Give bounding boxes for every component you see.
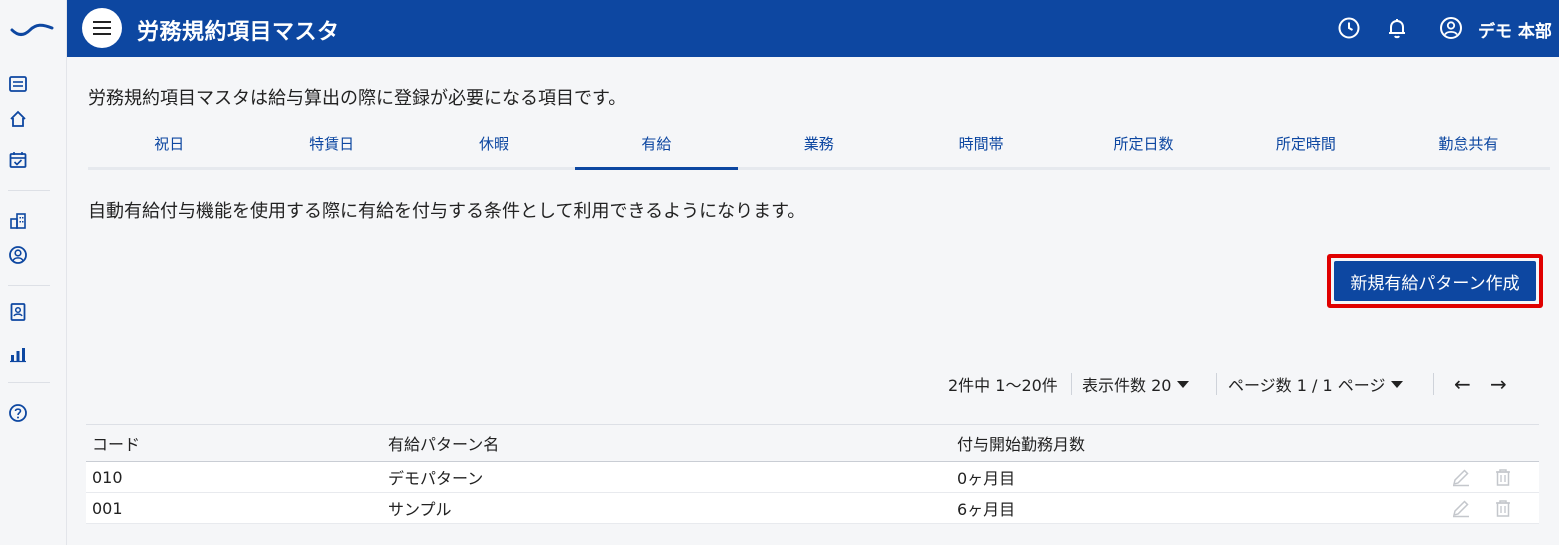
- table-header: コード 有給パターン名 付与開始勤務月数: [86, 424, 1539, 462]
- bar-chart-icon[interactable]: [8, 344, 28, 364]
- menu-button[interactable]: [82, 8, 122, 48]
- pager-divider: [1216, 373, 1217, 395]
- page-title: 労務規約項目マスタ: [137, 20, 340, 45]
- create-paid-leave-pattern-button[interactable]: 新規有給パターン作成: [1334, 261, 1536, 301]
- top-header: 労務規約項目マスタ デモ 本部: [67, 0, 1559, 57]
- pager-divider: [1433, 373, 1434, 395]
- per-page-select[interactable]: 表示件数 20: [1082, 372, 1190, 396]
- list-icon[interactable]: [8, 74, 28, 94]
- caret-down-icon: [1391, 380, 1404, 388]
- tab-scheduled-hours[interactable]: 所定時間: [1225, 128, 1387, 167]
- per-page-label: 表示件数 20: [1082, 376, 1172, 395]
- column-header-code: コード: [92, 435, 141, 454]
- result-count: 2件中 1〜20件: [948, 376, 1058, 395]
- building-icon[interactable]: [8, 211, 28, 231]
- column-header-pattern-name: 有給パターン名: [388, 435, 500, 454]
- clock-icon[interactable]: [1337, 16, 1361, 40]
- cell-pattern-name: サンプル: [388, 500, 452, 519]
- tab-leave[interactable]: 休暇: [413, 128, 575, 167]
- cell-start-months: 6ヶ月目: [957, 500, 1016, 519]
- page-select[interactable]: ページ数 1 / 1 ページ: [1228, 372, 1404, 396]
- tab-time-slot[interactable]: 時間帯: [900, 128, 1062, 167]
- cell-code: 010: [92, 467, 123, 487]
- table-row[interactable]: 001 サンプル 6ヶ月目: [86, 493, 1539, 524]
- tab-paid-leave[interactable]: 有給: [575, 128, 738, 170]
- tab-bar: 祝日 特賃日 休暇 有給 業務 時間帯 所定日数 所定時間 勤怠共有: [88, 128, 1550, 170]
- next-page-button[interactable]: →: [1490, 372, 1507, 396]
- caret-down-icon: [1177, 380, 1190, 388]
- create-button-highlight: 新規有給パターン作成: [1327, 254, 1543, 308]
- brand-logo-icon[interactable]: [10, 16, 54, 40]
- id-badge-icon[interactable]: [8, 302, 28, 322]
- tab-special-wage-day[interactable]: 特賃日: [250, 128, 412, 167]
- tab-work[interactable]: 業務: [738, 128, 900, 167]
- pager-divider: [1071, 373, 1072, 395]
- edit-icon[interactable]: [1451, 467, 1471, 487]
- bell-icon[interactable]: [1385, 16, 1409, 40]
- tab-attendance-sharing[interactable]: 勤怠共有: [1387, 128, 1549, 167]
- help-icon[interactable]: [8, 403, 28, 423]
- side-rail: [0, 0, 67, 545]
- tab-holiday[interactable]: 祝日: [88, 128, 250, 167]
- rail-divider: [8, 382, 50, 383]
- rail-divider: [8, 285, 50, 286]
- user-circle-icon[interactable]: [8, 245, 28, 265]
- prev-page-button[interactable]: ←: [1454, 372, 1471, 396]
- trash-icon[interactable]: [1493, 467, 1513, 487]
- table-row[interactable]: 010 デモパターン 0ヶ月目: [86, 462, 1539, 493]
- page-label: ページ数 1 / 1 ページ: [1228, 376, 1386, 395]
- cell-pattern-name: デモパターン: [388, 469, 484, 488]
- trash-icon[interactable]: [1493, 498, 1513, 518]
- column-header-start-months: 付与開始勤務月数: [957, 435, 1086, 454]
- account-icon[interactable]: [1439, 16, 1463, 40]
- tab-description: 自動有給付与機能を使用する際に有給を付与する条件として利用できるようになります。: [88, 201, 806, 222]
- tab-scheduled-days[interactable]: 所定日数: [1062, 128, 1224, 167]
- page-description: 労務規約項目マスタは給与算出の際に登録が必要になる項目です。: [88, 88, 627, 109]
- cell-start-months: 0ヶ月目: [957, 469, 1016, 488]
- user-name[interactable]: デモ 本部: [1478, 17, 1552, 42]
- paid-leave-pattern-table: コード 有給パターン名 付与開始勤務月数 010 デモパターン 0ヶ月目 001…: [86, 424, 1539, 524]
- home-icon[interactable]: [8, 109, 28, 129]
- edit-icon[interactable]: [1451, 498, 1471, 518]
- rail-divider: [8, 190, 50, 191]
- calendar-check-icon[interactable]: [8, 150, 28, 170]
- hamburger-icon: [93, 21, 111, 35]
- cell-code: 001: [92, 498, 123, 518]
